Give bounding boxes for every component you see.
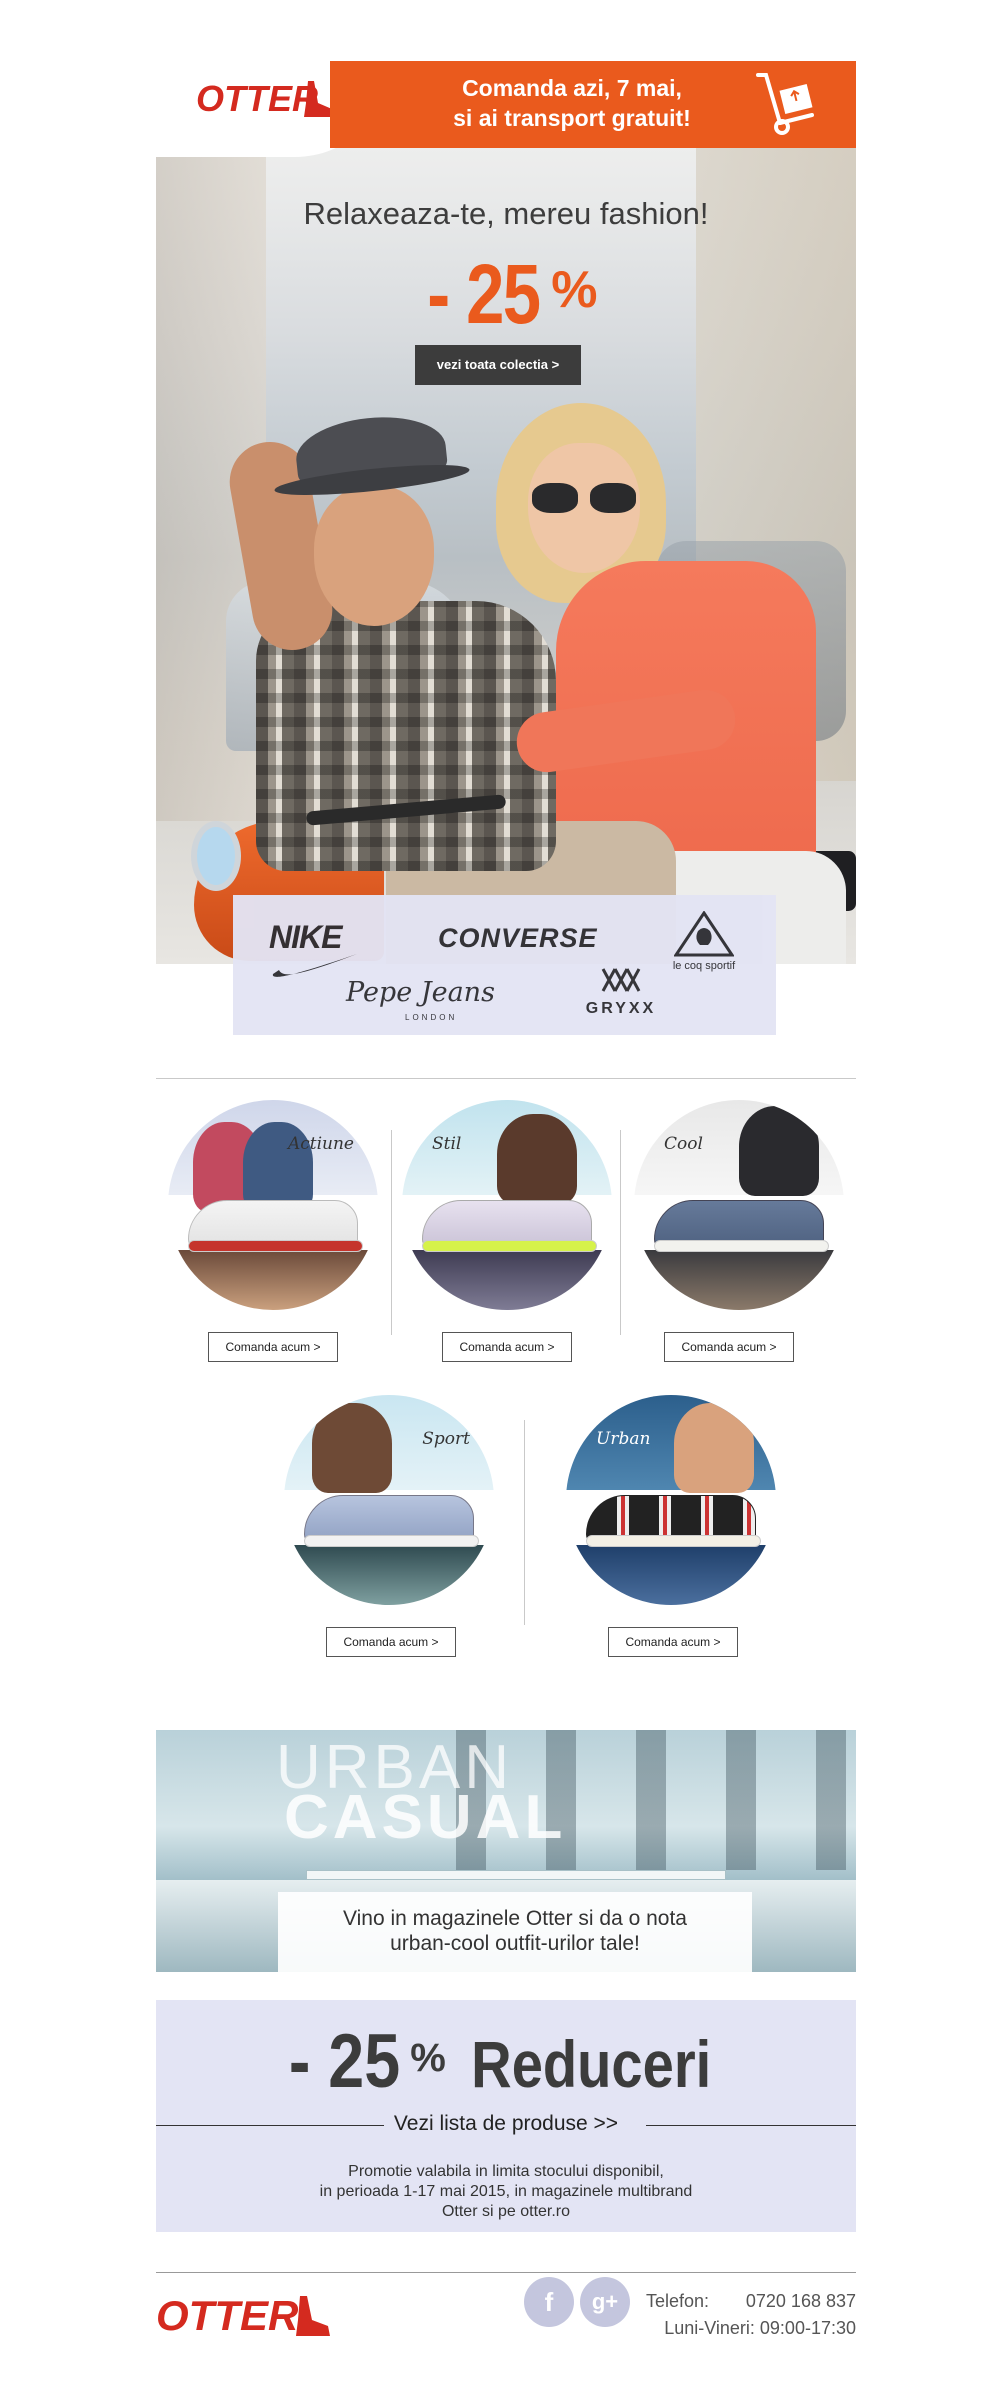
discount-unit: % [410, 2036, 446, 2080]
man-face [314, 486, 434, 626]
logo-text: OTTER [196, 78, 318, 119]
woman-sunglasses [532, 483, 636, 513]
category-cool-label: Cool [664, 1134, 703, 1154]
discount-heading: - 25% Reduceri [156, 2018, 856, 2105]
category-sport-image[interactable]: Sport [284, 1395, 494, 1605]
category-actiune-image[interactable]: Actiune [168, 1100, 378, 1310]
promo-terms: Promotie valabila in limita stocului dis… [156, 2162, 856, 2222]
footer-logo-text: OTTER [156, 2292, 299, 2339]
category-sport[interactable]: Sport Comanda acum > [284, 1395, 494, 1657]
urban-caption-line-2: urban-cool outfit-urilor tale! [390, 1932, 640, 1955]
facebook-icon[interactable]: f [524, 2277, 574, 2327]
footer-divider [156, 2272, 856, 2273]
category-cool-image[interactable]: Cool [634, 1100, 844, 1310]
category-separator [620, 1130, 621, 1335]
hero-discount-value: - 25 [426, 247, 541, 341]
le-coq-sportif-logo[interactable]: le coq sportif [668, 910, 740, 972]
store-shelf [306, 1870, 726, 1880]
phone-label: Telefon: [646, 2291, 710, 2311]
hero-discount: - 25% [156, 246, 856, 343]
terms-line-3: Otter si pe otter.ro [441, 2203, 571, 2220]
discount-panel: - 25% Reduceri Vezi lista de produse >> … [156, 2000, 856, 2232]
category-separator [391, 1130, 392, 1335]
footer-otter-logo[interactable]: OTTER [156, 2290, 346, 2340]
free-shipping-text: Comanda azi, 7 mai, si ai transport grat… [412, 73, 732, 133]
otter-logo[interactable]: OTTER [196, 73, 346, 129]
discount-value: - 25 [289, 2019, 401, 2104]
category-cool[interactable]: Cool Comanda acum > [634, 1100, 844, 1362]
le-coq-sportif-text: le coq sportif [672, 960, 736, 972]
category-stil-image[interactable]: Stil [402, 1100, 612, 1310]
promo-line-2: si ai transport gratuit! [453, 105, 691, 131]
product-list-link-wrap: Vezi lista de produse >> [156, 2112, 856, 2136]
discount-word: Reduceri [471, 2027, 712, 2101]
promo-line-1: Comanda azi, 7 mai, [462, 75, 682, 101]
nike-text: NIKE [269, 919, 342, 955]
urban-caption: Vino in magazinele Otter si da o nota ur… [278, 1892, 752, 1972]
category-actiune[interactable]: Actiune Comanda acum > [168, 1100, 378, 1362]
urban-casual-banner[interactable]: URBAN CASUAL Vino in magazinele Otter si… [156, 1730, 856, 1972]
google-plus-icon[interactable]: g+ [580, 2277, 630, 2327]
terms-line-1: Promotie valabila in limita stocului dis… [348, 2163, 664, 2180]
section-divider [156, 1078, 856, 1079]
order-now-button[interactable]: Comanda acum > [208, 1332, 338, 1362]
urban-caption-line-1: Vino in magazinele Otter si da o nota [343, 1907, 687, 1930]
hero-headline: Relaxeaza-te, mereu fashion! [303, 196, 709, 231]
scooter-headlight [191, 821, 241, 891]
pepe-jeans-subtitle: LONDON [405, 1013, 458, 1022]
category-separator [524, 1420, 525, 1625]
phone-number[interactable]: 0720 168 837 [746, 2288, 856, 2315]
free-shipping-banner[interactable]: Comanda azi, 7 mai, si ai transport grat… [330, 61, 856, 148]
order-now-button[interactable]: Comanda acum > [442, 1332, 572, 1362]
terms-line-2: in perioada 1-17 mai 2015, in magazinele… [319, 2183, 693, 2200]
nike-logo[interactable]: NIKE [269, 919, 361, 980]
boot-icon [296, 2296, 330, 2336]
category-urban[interactable]: Urban Comanda acum > [566, 1395, 776, 1657]
order-now-button[interactable]: Comanda acum > [326, 1627, 456, 1657]
category-sport-label: Sport [422, 1429, 470, 1449]
product-list-link[interactable]: Vezi lista de produse >> [383, 2112, 629, 2135]
rooster-triangle-icon [673, 910, 735, 957]
gryxx-emblem-icon [601, 968, 641, 992]
hand-truck-icon [756, 73, 814, 135]
pepe-jeans-logo[interactable]: Pepe Jeans [346, 977, 495, 1008]
view-collection-button[interactable]: vezi toata colectia > [415, 345, 581, 385]
order-now-button[interactable]: Comanda acum > [608, 1627, 738, 1657]
order-now-button[interactable]: Comanda acum > [664, 1332, 794, 1362]
hero-discount-unit: % [551, 261, 598, 319]
category-urban-image[interactable]: Urban [566, 1395, 776, 1605]
gryxx-logo[interactable]: GRYXX [576, 965, 666, 1018]
category-stil-label: Stil [432, 1134, 462, 1154]
gryxx-text: GRYXX [585, 1000, 657, 1017]
category-actiune-label: Actiune [287, 1134, 354, 1154]
category-stil[interactable]: Stil Comanda acum > [402, 1100, 612, 1362]
category-urban-label: Urban [596, 1429, 651, 1449]
contact-info: Telefon: 0720 168 837 Luni-Vineri: 09:00… [646, 2288, 856, 2342]
casual-title: CASUAL [284, 1783, 567, 1852]
converse-logo[interactable]: CONVERSE [438, 923, 598, 954]
opening-hours: Luni-Vineri: 09:00-17:30 [664, 2318, 856, 2338]
brand-logos-strip: NIKE CONVERSE le coq sportif Pepe Jeans … [233, 895, 776, 1035]
